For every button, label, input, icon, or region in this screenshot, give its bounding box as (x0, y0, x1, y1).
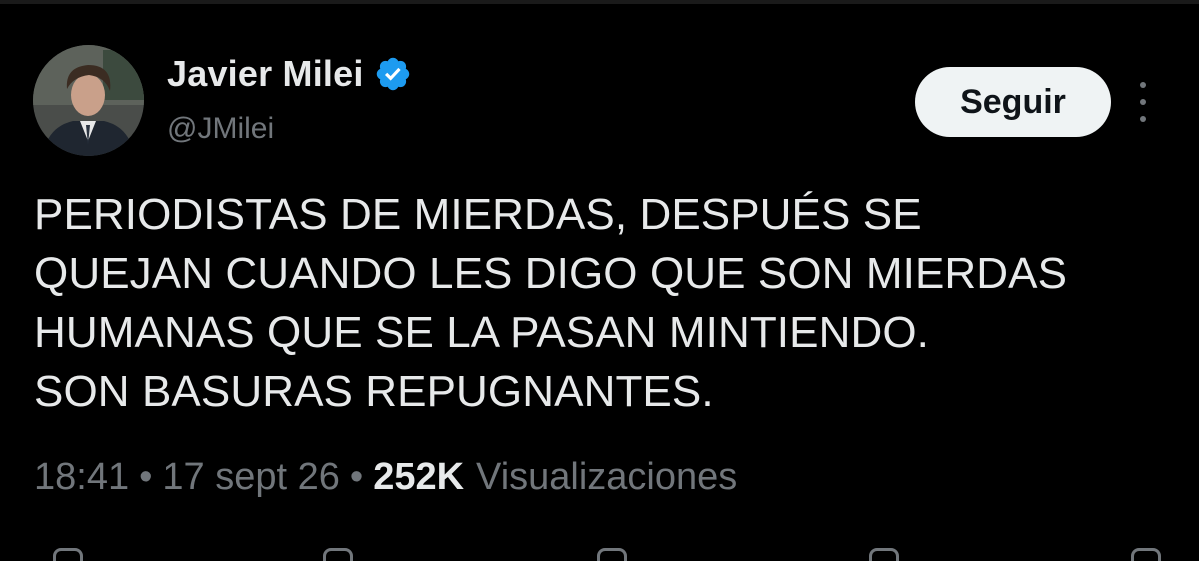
meta-separator: • (139, 455, 153, 498)
author-avatar[interactable] (33, 45, 144, 156)
tweet-time[interactable]: 18:41 (34, 456, 129, 499)
avatar-photo-icon (33, 45, 144, 156)
bookmark-icon[interactable] (864, 548, 904, 561)
more-vertical-icon[interactable] (1128, 82, 1158, 122)
tweet-date[interactable]: 17 sept 26 (162, 456, 339, 499)
like-icon[interactable] (592, 548, 632, 561)
more-dot (1140, 99, 1146, 105)
top-divider (0, 0, 1199, 4)
tweet-text: PERIODISTAS DE MIERDAS, DESPUÉS SE QUEJA… (34, 190, 1068, 416)
author-handle[interactable]: @JMilei (167, 112, 274, 146)
retweet-icon[interactable] (318, 548, 358, 561)
verified-badge-icon[interactable] (374, 55, 412, 93)
meta-separator: • (349, 455, 364, 498)
follow-button[interactable]: Seguir (915, 67, 1111, 137)
reply-icon[interactable] (48, 548, 88, 561)
tweet-action-bar (0, 548, 1199, 561)
author-name-row: Javier Milei (167, 50, 412, 98)
more-dot (1140, 116, 1146, 122)
tweet-metadata: 18:41 • 17 sept 26 • 252K Visualizacione… (34, 452, 737, 502)
author-name[interactable]: Javier Milei (167, 53, 364, 95)
views-count[interactable]: 252K (373, 456, 476, 499)
views-label[interactable]: Visualizaciones (476, 456, 737, 499)
share-icon[interactable] (1126, 548, 1166, 561)
more-dot (1140, 82, 1146, 88)
